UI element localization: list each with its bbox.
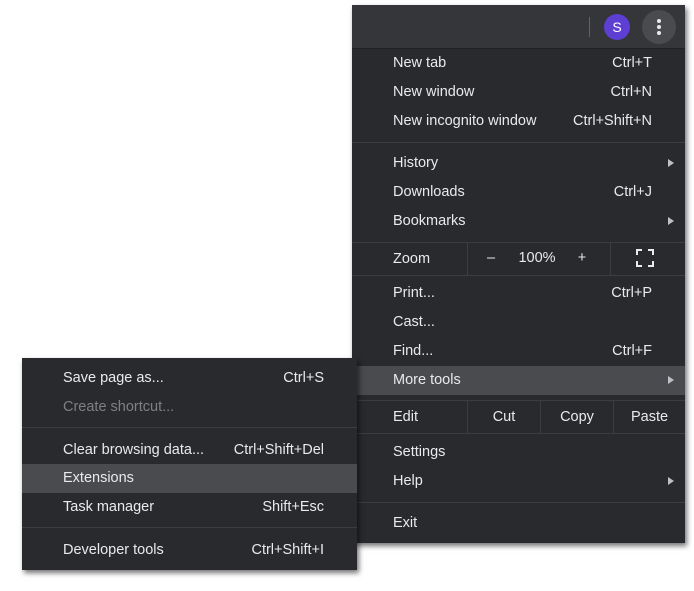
menu-divider <box>22 527 357 528</box>
menu-item-shortcut: Ctrl+Shift+N <box>573 113 652 129</box>
menu-divider <box>22 427 357 428</box>
menu-item-new-tab[interactable]: New tab Ctrl+T <box>352 49 685 78</box>
chevron-right-icon <box>668 477 674 485</box>
menu-item-label: New window <box>393 84 475 100</box>
menu-item-shortcut: Shift+Esc <box>262 499 324 515</box>
menu-item-shortcut: Ctrl+P <box>611 285 652 301</box>
menu-divider <box>352 433 685 434</box>
menu-item-settings[interactable]: Settings <box>352 438 685 467</box>
header-separator <box>589 17 590 37</box>
menu-item-label: Find... <box>393 343 434 359</box>
menu-item-label: Bookmarks <box>393 213 466 229</box>
submenu-item-developer-tools[interactable]: Developer tools Ctrl+Shift+I <box>22 536 357 565</box>
zoom-out-button[interactable]: – <box>477 244 505 273</box>
menu-item-history[interactable]: History <box>352 149 685 178</box>
main-menu: S New tab Ctrl+T New window Ctrl+N New i… <box>352 5 685 543</box>
zoom-level: 100% <box>518 250 556 266</box>
menu-item-label: New tab <box>393 55 447 71</box>
menu-item-label: More tools <box>393 372 461 388</box>
chevron-right-icon <box>668 159 674 167</box>
menu-item-label: Task manager <box>63 499 155 515</box>
edit-label: Edit <box>393 409 418 425</box>
menu-item-label: New incognito window <box>393 113 537 129</box>
menu-item-more-tools[interactable]: More tools <box>352 366 685 395</box>
menu-item-label: Exit <box>393 515 418 531</box>
zoom-in-button[interactable]: + <box>568 244 596 273</box>
menu-item-label: Save page as... <box>63 370 164 386</box>
menu-item-shortcut: Ctrl+Shift+Del <box>233 442 324 458</box>
menu-item-new-incognito-window[interactable]: New incognito window Ctrl+Shift+N <box>352 107 685 136</box>
menu-item-label: Downloads <box>393 184 465 200</box>
zoom-separator <box>467 243 468 275</box>
menu-item-exit[interactable]: Exit <box>352 509 685 538</box>
zoom-separator <box>610 243 611 275</box>
menu-item-new-window[interactable]: New window Ctrl+N <box>352 78 685 107</box>
menu-item-label: Extensions <box>63 470 134 486</box>
menu-item-help[interactable]: Help <box>352 467 685 496</box>
menu-item-label: Print... <box>393 285 435 301</box>
submenu-item-create-shortcut: Create shortcut... <box>22 393 357 422</box>
chevron-right-icon <box>668 376 674 384</box>
submenu-item-clear-browsing-data[interactable]: Clear browsing data... Ctrl+Shift+Del <box>22 436 357 465</box>
fullscreen-icon[interactable] <box>636 249 654 267</box>
menu-item-shortcut: Ctrl+Shift+I <box>251 542 324 558</box>
menu-item-label: Settings <box>393 444 446 460</box>
menu-header: S <box>352 5 685 49</box>
submenu-item-task-manager[interactable]: Task manager Shift+Esc <box>22 493 357 522</box>
chevron-right-icon <box>668 217 674 225</box>
menu-divider <box>352 142 685 143</box>
submenu-item-save-page[interactable]: Save page as... Ctrl+S <box>22 364 357 393</box>
menu-item-label: History <box>393 155 439 171</box>
copy-button[interactable]: Copy <box>541 402 613 432</box>
menu-item-label: Cast... <box>393 314 435 330</box>
menu-item-bookmarks[interactable]: Bookmarks <box>352 207 685 236</box>
paste-button[interactable]: Paste <box>614 402 685 432</box>
menu-item-label: Developer tools <box>63 542 164 558</box>
menu-item-shortcut: Ctrl+J <box>613 184 652 200</box>
menu-item-shortcut: Ctrl+S <box>283 370 324 386</box>
menu-item-find[interactable]: Find... Ctrl+F <box>352 337 685 366</box>
more-tools-submenu: Save page as... Ctrl+S Create shortcut..… <box>22 358 357 570</box>
vertical-dots-icon[interactable] <box>642 10 676 44</box>
menu-item-label: Create shortcut... <box>63 399 175 415</box>
menu-item-print[interactable]: Print... Ctrl+P <box>352 279 685 308</box>
zoom-label: Zoom <box>393 251 431 267</box>
profile-avatar[interactable]: S <box>604 14 630 40</box>
menu-item-shortcut: Ctrl+F <box>612 343 652 359</box>
menu-item-shortcut: Ctrl+N <box>610 84 653 100</box>
menu-divider <box>352 502 685 503</box>
menu-item-shortcut: Ctrl+T <box>612 55 652 71</box>
menu-item-label: Help <box>393 473 423 489</box>
submenu-item-extensions[interactable]: Extensions <box>22 464 357 493</box>
menu-item-downloads[interactable]: Downloads Ctrl+J <box>352 178 685 207</box>
cut-button[interactable]: Cut <box>468 402 540 432</box>
menu-item-cast[interactable]: Cast... <box>352 308 685 337</box>
menu-divider <box>352 275 685 276</box>
menu-item-label: Clear browsing data... <box>63 442 205 458</box>
